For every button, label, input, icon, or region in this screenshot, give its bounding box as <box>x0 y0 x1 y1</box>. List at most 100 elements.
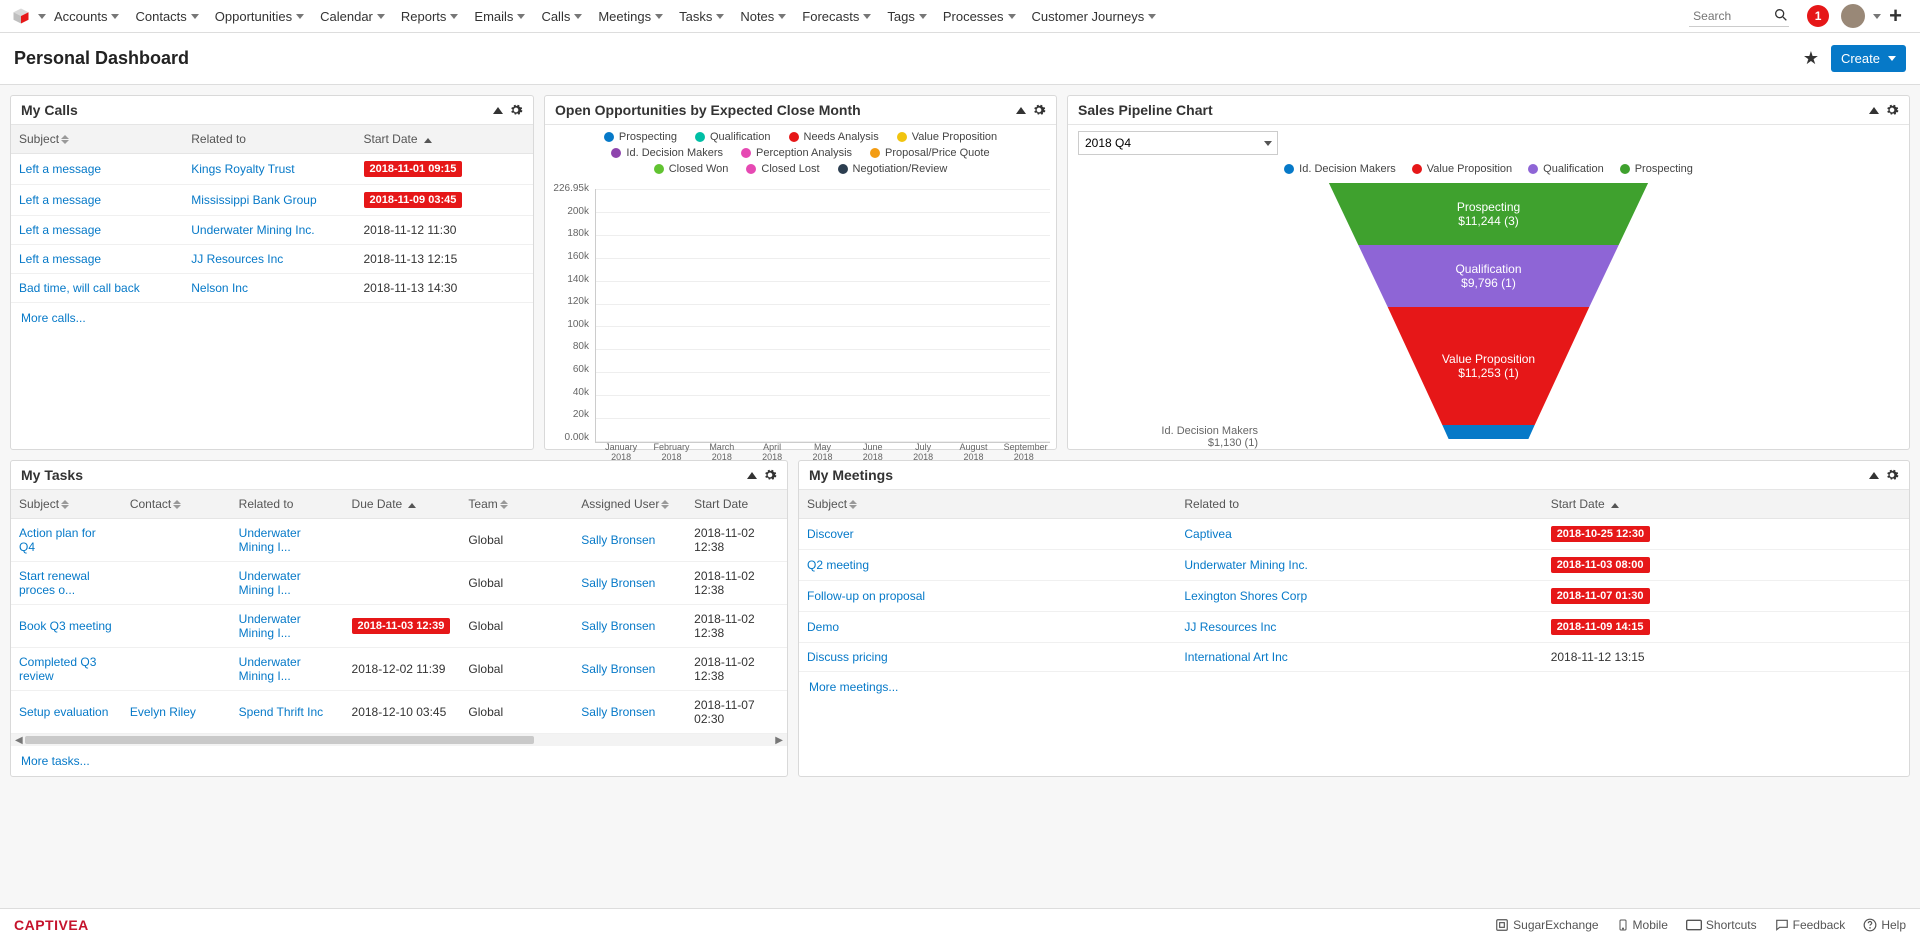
meeting-subject-link[interactable]: Q2 meeting <box>807 558 869 572</box>
legend-item[interactable]: Proposal/Price Quote <box>870 147 990 159</box>
nav-item[interactable]: Contacts <box>127 0 206 32</box>
col-subject[interactable]: Subject <box>799 490 1176 519</box>
funnel-level[interactable] <box>1279 425 1699 439</box>
nav-item[interactable]: Tags <box>879 0 934 32</box>
collapse-icon[interactable] <box>1016 107 1026 114</box>
search-icon[interactable] <box>1773 7 1789 23</box>
col-subject[interactable]: Subject <box>11 125 183 154</box>
funnel-level[interactable]: Qualification$9,796 (1) <box>1279 245 1699 307</box>
gear-icon[interactable] <box>1885 103 1899 117</box>
nav-item[interactable]: Customer Journeys <box>1024 0 1165 32</box>
funnel-level[interactable]: Value Proposition$11,253 (1) <box>1279 307 1699 425</box>
nav-item[interactable]: Reports <box>393 0 467 32</box>
related-link[interactable]: International Art Inc <box>1184 650 1287 664</box>
more-meetings-link[interactable]: More meetings... <box>799 672 1909 702</box>
user-avatar[interactable] <box>1841 4 1865 28</box>
related-link[interactable]: Nelson Inc <box>191 281 248 295</box>
nav-item[interactable]: Meetings <box>590 0 671 32</box>
legend-item[interactable]: Prospecting <box>604 131 677 143</box>
gear-icon[interactable] <box>509 103 523 117</box>
assigned-user-link[interactable]: Sally Bronsen <box>581 533 655 547</box>
collapse-icon[interactable] <box>1869 107 1879 114</box>
gear-icon[interactable] <box>1032 103 1046 117</box>
task-subject-link[interactable]: Completed Q3 review <box>19 655 96 683</box>
related-link[interactable]: Underwater Mining I... <box>239 526 301 554</box>
horizontal-scrollbar[interactable]: ◀▶ <box>11 734 787 746</box>
favorite-star-icon[interactable]: ★ <box>1803 48 1819 69</box>
legend-item[interactable]: Qualification <box>1528 163 1604 175</box>
assigned-user-link[interactable]: Sally Bronsen <box>581 662 655 676</box>
assigned-user-link[interactable]: Sally Bronsen <box>581 705 655 719</box>
col-related[interactable]: Related to <box>183 125 355 154</box>
nav-item[interactable]: Tasks <box>671 0 732 32</box>
related-link[interactable]: Underwater Mining I... <box>239 569 301 597</box>
col-header[interactable]: Related to <box>231 490 344 519</box>
footer-mobile[interactable]: Mobile <box>1617 918 1668 932</box>
col-related[interactable]: Related to <box>1176 490 1542 519</box>
period-select[interactable]: 2018 Q4 <box>1078 131 1278 155</box>
app-logo-icon[interactable] <box>12 7 46 25</box>
nav-item[interactable]: Emails <box>466 0 533 32</box>
legend-item[interactable]: Negotiation/Review <box>838 163 948 175</box>
related-link[interactable]: JJ Resources Inc <box>1184 620 1276 634</box>
task-subject-link[interactable]: Action plan for Q4 <box>19 526 96 554</box>
footer-sugarexchange[interactable]: SugarExchange <box>1495 918 1598 932</box>
meeting-subject-link[interactable]: Discuss pricing <box>807 650 888 664</box>
task-subject-link[interactable]: Book Q3 meeting <box>19 619 112 633</box>
more-tasks-link[interactable]: More tasks... <box>11 746 787 776</box>
col-header[interactable]: Team <box>460 490 573 519</box>
related-link[interactable]: JJ Resources Inc <box>191 252 283 266</box>
related-link[interactable]: Captivea <box>1184 527 1231 541</box>
assigned-user-link[interactable]: Sally Bronsen <box>581 576 655 590</box>
col-header[interactable]: Start Date <box>686 490 787 519</box>
legend-item[interactable]: Prospecting <box>1620 163 1693 175</box>
related-link[interactable]: Kings Royalty Trust <box>191 162 294 176</box>
call-subject-link[interactable]: Left a message <box>19 193 101 207</box>
footer-help[interactable]: Help <box>1863 918 1906 932</box>
legend-item[interactable]: Id. Decision Makers <box>1284 163 1396 175</box>
nav-item[interactable]: Opportunities <box>207 0 312 32</box>
footer-shortcuts[interactable]: Shortcuts <box>1686 918 1757 932</box>
col-header[interactable]: Assigned User <box>573 490 686 519</box>
col-header[interactable]: Contact <box>122 490 231 519</box>
quick-create-button[interactable]: + <box>1881 3 1908 29</box>
nav-item[interactable]: Forecasts <box>794 0 879 32</box>
call-subject-link[interactable]: Bad time, will call back <box>19 281 140 295</box>
task-subject-link[interactable]: Setup evaluation <box>19 705 108 719</box>
collapse-icon[interactable] <box>747 472 757 479</box>
task-subject-link[interactable]: Start renewal proces o... <box>19 569 90 597</box>
funnel-level[interactable]: Prospecting$11,244 (3) <box>1279 183 1699 245</box>
related-link[interactable]: Underwater Mining Inc. <box>191 223 314 237</box>
related-link[interactable]: Underwater Mining I... <box>239 655 301 683</box>
call-subject-link[interactable]: Left a message <box>19 252 101 266</box>
col-startdate[interactable]: Start Date <box>1543 490 1909 519</box>
col-header[interactable]: Subject <box>11 490 122 519</box>
related-link[interactable]: Lexington Shores Corp <box>1184 589 1307 603</box>
nav-item[interactable]: Processes <box>935 0 1024 32</box>
notification-badge[interactable]: 1 <box>1807 5 1829 27</box>
legend-item[interactable]: Closed Won <box>654 163 729 175</box>
related-link[interactable]: Underwater Mining I... <box>239 612 301 640</box>
col-startdate[interactable]: Start Date <box>356 125 534 154</box>
legend-item[interactable]: Needs Analysis <box>789 131 879 143</box>
user-menu-caret-icon[interactable] <box>1873 14 1881 19</box>
footer-feedback[interactable]: Feedback <box>1775 918 1846 932</box>
nav-item[interactable]: Calls <box>533 0 590 32</box>
nav-item[interactable]: Calendar <box>312 0 393 32</box>
gear-icon[interactable] <box>763 468 777 482</box>
meeting-subject-link[interactable]: Follow-up on proposal <box>807 589 925 603</box>
legend-item[interactable]: Id. Decision Makers <box>611 147 723 159</box>
related-link[interactable]: Mississippi Bank Group <box>191 193 316 207</box>
related-link[interactable]: Spend Thrift Inc <box>239 705 324 719</box>
legend-item[interactable]: Value Proposition <box>897 131 997 143</box>
contact-link[interactable]: Evelyn Riley <box>130 705 196 719</box>
legend-item[interactable]: Closed Lost <box>746 163 819 175</box>
legend-item[interactable]: Qualification <box>695 131 771 143</box>
collapse-icon[interactable] <box>1869 472 1879 479</box>
collapse-icon[interactable] <box>493 107 503 114</box>
meeting-subject-link[interactable]: Demo <box>807 620 839 634</box>
legend-item[interactable]: Value Proposition <box>1412 163 1512 175</box>
col-header[interactable]: Due Date <box>344 490 461 519</box>
create-button[interactable]: Create <box>1831 45 1906 72</box>
assigned-user-link[interactable]: Sally Bronsen <box>581 619 655 633</box>
